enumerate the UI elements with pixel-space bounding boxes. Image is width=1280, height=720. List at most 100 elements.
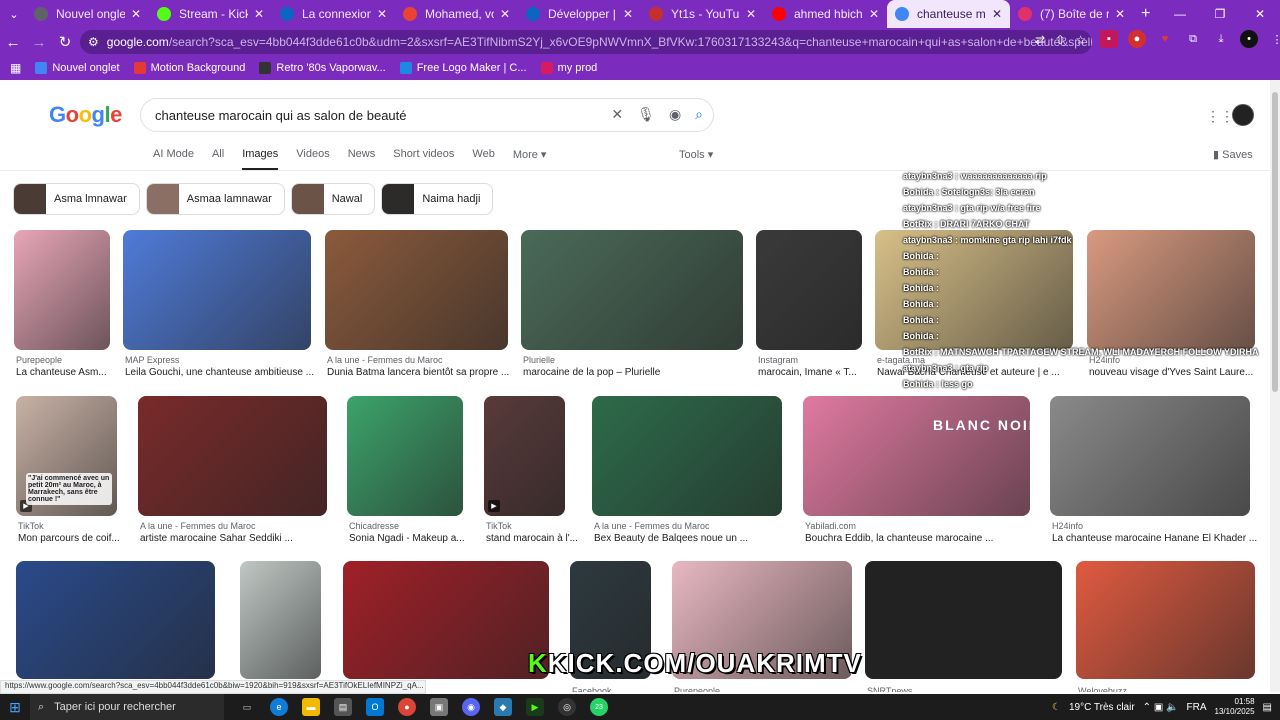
bookmark-item[interactable]: my prod — [540, 62, 597, 74]
kick-app-icon[interactable]: ▶ — [526, 698, 544, 716]
close-tab-icon[interactable]: ✕ — [746, 7, 756, 21]
download-icon[interactable]: ⤓ — [1212, 30, 1230, 48]
search-tab[interactable]: Web — [472, 148, 494, 171]
language-indicator[interactable]: FRA — [1187, 702, 1207, 713]
bookmark-star-icon[interactable]: ☆ — [1075, 33, 1086, 47]
result-image[interactable] — [1076, 561, 1255, 679]
related-search-chip[interactable]: Asmaa lamnawar — [145, 183, 285, 215]
chrome-icon[interactable]: ● — [398, 698, 416, 716]
tab-search-icon[interactable]: ⌄ — [2, 2, 26, 26]
windows-start-icon[interactable]: ⊞ — [0, 699, 30, 716]
close-tab-icon[interactable]: ✕ — [131, 7, 141, 21]
browser-tab[interactable]: ahmed hbicha bladi ✕ — [764, 0, 887, 28]
related-search-chip[interactable]: Naima hadji — [381, 183, 494, 215]
google-logo[interactable]: Google — [49, 102, 122, 128]
browser-tab[interactable]: Nouvel onglet ✕ — [26, 0, 149, 28]
result-image[interactable] — [343, 561, 549, 679]
app-icon[interactable]: ◆ — [494, 698, 512, 716]
back-icon[interactable]: ← — [0, 34, 26, 51]
result-image[interactable] — [1050, 396, 1250, 516]
close-window-icon[interactable]: ✕ — [1240, 0, 1280, 28]
result-image[interactable] — [803, 396, 1030, 516]
result-image[interactable] — [240, 561, 321, 679]
tools-button[interactable]: Tools ▾ — [679, 148, 713, 161]
browser-tab[interactable]: La connexion a expiré ✕ — [272, 0, 395, 28]
bookmark-item[interactable]: Retro '80s Vaporwav... — [259, 62, 386, 74]
result-image[interactable] — [14, 230, 110, 350]
restore-icon[interactable]: ❐ — [1200, 0, 1240, 28]
related-search-chip[interactable]: Nawal — [290, 183, 376, 215]
browser-tab[interactable]: Développer | LinkedIn ✕ — [518, 0, 641, 28]
result-source[interactable]: H24info — [1052, 521, 1270, 531]
result-source[interactable]: Welovebuzz — [1078, 686, 1270, 692]
search-tab[interactable]: More ▾ — [513, 148, 547, 171]
reload-icon[interactable]: ↻ — [52, 33, 78, 51]
result-image[interactable] — [123, 230, 311, 350]
extension-icon[interactable]: ▪ — [1100, 30, 1118, 48]
edge-icon[interactable]: e — [270, 698, 288, 716]
result-source[interactable]: Yabiladi.com — [805, 521, 1092, 531]
search-tab[interactable]: All — [212, 148, 224, 171]
profile-avatar[interactable]: • — [1240, 30, 1258, 48]
minimize-icon[interactable]: — — [1160, 0, 1200, 28]
outlook-icon[interactable]: O — [366, 698, 384, 716]
close-tab-icon[interactable]: ✕ — [1115, 7, 1125, 21]
search-tab[interactable]: AI Mode — [153, 148, 194, 171]
result-image[interactable] — [16, 561, 215, 679]
close-tab-icon[interactable]: ✕ — [500, 7, 510, 21]
discord-icon[interactable]: ◉ — [462, 698, 480, 716]
bookmark-item[interactable]: Free Logo Maker | C... — [399, 62, 527, 74]
search-tab[interactable]: News — [348, 148, 376, 171]
heart-extension-icon[interactable]: ♥ — [1156, 30, 1174, 48]
search-tab[interactable]: Short videos — [393, 148, 454, 171]
browser-tab[interactable]: Mohamed, voici votre ✕ — [395, 0, 518, 28]
scrollbar-thumb[interactable] — [1272, 92, 1278, 392]
extension-icon[interactable]: ● — [1128, 30, 1146, 48]
puzzle-icon[interactable]: ⧉ — [1184, 30, 1202, 48]
browser-tab[interactable]: chanteuse marocain q ✕ — [887, 0, 1010, 28]
app-icon[interactable]: ▣ — [430, 698, 448, 716]
result-image[interactable] — [756, 230, 862, 350]
taskbar-search[interactable]: ⌕ Taper ici pour rechercher — [30, 694, 224, 720]
translate-icon[interactable]: ⇄ — [1035, 33, 1045, 47]
saves-button[interactable]: ▮ Saves — [1213, 148, 1253, 161]
close-tab-icon[interactable]: ✕ — [377, 7, 387, 21]
close-tab-icon[interactable]: ✕ — [254, 7, 264, 21]
apps-grid-icon[interactable]: ▦ — [10, 61, 21, 75]
mic-icon[interactable]: 🎙 — [637, 106, 655, 123]
tray-icons[interactable]: ⌃ ▣ 🔈 — [1143, 702, 1179, 713]
result-image[interactable] — [592, 396, 782, 516]
store-icon[interactable]: ▤ — [334, 698, 352, 716]
bookmark-item[interactable]: Nouvel onglet — [35, 62, 120, 74]
search-tab[interactable]: Images — [242, 148, 279, 171]
task-view-icon[interactable]: ▭ — [238, 698, 256, 716]
weather-icon[interactable]: ☾ — [1052, 702, 1061, 713]
page-scrollbar[interactable] — [1270, 80, 1280, 692]
obs-icon[interactable]: ◎ — [558, 698, 576, 716]
bookmark-item[interactable]: Motion Background — [133, 62, 245, 74]
result-image[interactable] — [325, 230, 508, 350]
browser-tab[interactable]: (7) Boîte de réception ✕ — [1010, 0, 1133, 28]
site-info-icon[interactable]: ⚙ — [88, 35, 99, 49]
clock[interactable]: 01:58 13/10/2025 — [1215, 697, 1255, 717]
weather-text[interactable]: 19°C Très clair — [1069, 702, 1135, 713]
close-tab-icon[interactable]: ✕ — [623, 7, 633, 21]
result-caption[interactable]: La chanteuse marocaine Hanane El Khader … — [1052, 533, 1270, 544]
lens-icon[interactable]: ◉ — [669, 106, 681, 123]
close-tab-icon[interactable]: ✕ — [992, 7, 1002, 21]
clear-icon[interactable]: ✕ — [611, 106, 623, 123]
result-image[interactable] — [347, 396, 463, 516]
result-image[interactable]: ▶ — [484, 396, 565, 516]
search-icon[interactable]: ⌕ — [695, 106, 703, 123]
search-input[interactable]: chanteuse marocain qui as salon de beaut… — [140, 98, 714, 132]
browser-tab[interactable]: Stream - Kick Dashbo ✕ — [149, 0, 272, 28]
address-bar[interactable]: ⚙ google.com/search?sca_esv=4bb044f3dde6… — [80, 30, 1092, 54]
close-tab-icon[interactable]: ✕ — [869, 7, 879, 21]
account-avatar[interactable] — [1232, 104, 1254, 126]
result-image[interactable] — [521, 230, 743, 350]
search-tab[interactable]: Videos — [296, 148, 329, 171]
related-search-chip[interactable]: Asma lmnawar — [13, 183, 140, 215]
menu-icon[interactable]: ⋮ — [1268, 30, 1280, 48]
forward-icon[interactable]: → — [26, 34, 52, 51]
notifications-icon[interactable]: ▤ — [1263, 702, 1272, 713]
